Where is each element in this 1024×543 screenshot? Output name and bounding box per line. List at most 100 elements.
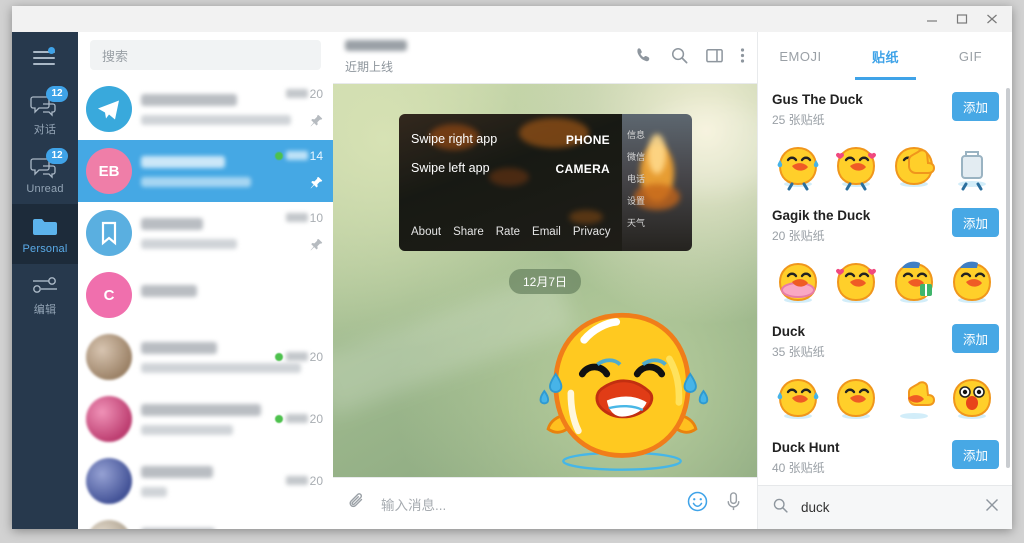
- chat-item-text: [141, 528, 279, 530]
- gus-backpack-duck-icon[interactable]: [946, 140, 998, 192]
- timestamp-value: 14: [310, 149, 323, 163]
- call-icon[interactable]: [635, 46, 654, 70]
- timestamp-redacted: [286, 476, 308, 485]
- chat-preview-redacted: [141, 239, 237, 249]
- microphone-icon[interactable]: [724, 491, 743, 517]
- conversation-header-icons: [635, 46, 745, 70]
- chat-item-text: [141, 156, 279, 187]
- gus-rose-duck-icon[interactable]: [830, 140, 882, 192]
- gagik-hat-duck-icon[interactable]: [946, 256, 998, 308]
- timestamp-value: 20: [310, 412, 323, 426]
- paperclip-icon[interactable]: [347, 491, 367, 516]
- chat-list-item[interactable]: 20: [78, 78, 333, 140]
- date-separator: 12月7日: [509, 269, 581, 294]
- timestamp-value: 20: [310, 474, 323, 488]
- chat-list-item[interactable]: C: [78, 264, 333, 326]
- search-input[interactable]: 搜索: [90, 40, 321, 70]
- emoji-smile-icon[interactable]: [687, 491, 708, 517]
- telegram-desktop-screenshot: 12 对话 12 Unread Personal: [0, 0, 1024, 543]
- avatar: EB: [86, 148, 132, 194]
- chat-preview-redacted: [141, 177, 251, 187]
- split-panel-icon[interactable]: [705, 46, 724, 70]
- chat-name-redacted: [141, 218, 203, 230]
- tab-gif[interactable]: GIF: [928, 32, 1012, 80]
- gus-crying-duck-icon[interactable]: [772, 140, 824, 192]
- add-sticker-set-button[interactable]: 添加: [952, 440, 999, 469]
- search-icon[interactable]: [670, 46, 689, 70]
- laughing-duck-sticker[interactable]: [527, 302, 717, 482]
- chat-item-text: [141, 342, 279, 373]
- duck-giggle-icon[interactable]: [830, 372, 882, 424]
- chat-name-redacted: [141, 94, 237, 106]
- sidebar-item-personal[interactable]: Personal: [12, 204, 78, 264]
- main-menu-button[interactable]: [12, 32, 78, 84]
- sticker-list-scrollbar[interactable]: [1006, 88, 1010, 468]
- chat-item-meta: 20: [279, 410, 323, 428]
- chat-name-redacted: [141, 342, 217, 354]
- chat-preview-redacted: [141, 487, 167, 497]
- photo-overlay-label: 设置: [627, 194, 645, 207]
- chat-timestamp: 20: [286, 85, 323, 103]
- chat-list-column: 搜索 20 EB 14 10C 20 20 20 20: [78, 32, 333, 529]
- gus-thumbsup-duck-icon[interactable]: [888, 140, 940, 192]
- sticker-set: Gus The Duck25 张贴纸添加: [758, 80, 1012, 196]
- message-input[interactable]: 输入消息...: [381, 494, 687, 514]
- chat-list[interactable]: 20 EB 14 10C 20 20 20 20: [78, 78, 333, 529]
- chat-list-item[interactable]: 20: [78, 512, 333, 529]
- sidebar-item-unread[interactable]: 12 Unread: [12, 144, 78, 204]
- photo-link: Share: [453, 226, 484, 238]
- timestamp-redacted: [286, 89, 308, 98]
- avatar: [86, 396, 132, 442]
- chat-item-text: [141, 285, 279, 306]
- avatar: [86, 334, 132, 380]
- sticker-set-list[interactable]: Gus The Duck25 张贴纸添加Gagik the Duck20 张贴纸…: [758, 80, 1012, 485]
- close-icon[interactable]: [978, 7, 1006, 31]
- gagik-float-duck-icon[interactable]: [772, 256, 824, 308]
- chat-item-text: [141, 404, 279, 435]
- chat-timestamp: 20: [286, 472, 323, 490]
- duck-shock-icon[interactable]: [946, 372, 998, 424]
- tab-贴纸[interactable]: 贴纸: [843, 32, 928, 80]
- chat-list-item[interactable]: 20: [78, 326, 333, 388]
- chat-item-meta: 20: [279, 85, 323, 133]
- photo-message[interactable]: Swipe right app PHONE Swipe left app CAM…: [399, 114, 692, 251]
- sidebar-item-label: Unread: [26, 183, 63, 195]
- clear-icon[interactable]: [985, 498, 999, 517]
- chat-timestamp: 14: [275, 147, 323, 165]
- gagik-gift-duck-icon[interactable]: [888, 256, 940, 308]
- minimize-icon[interactable]: [918, 7, 946, 31]
- sticker-preview-row: [772, 370, 999, 426]
- sidebar-item-edit[interactable]: 编辑: [12, 264, 78, 324]
- avatar: [86, 520, 132, 529]
- folders-rail: 12 对话 12 Unread Personal: [12, 32, 78, 529]
- chat-name-redacted: [141, 285, 197, 297]
- photo-row-1-right: CAMERA: [556, 162, 610, 176]
- add-sticker-set-button[interactable]: 添加: [952, 208, 999, 237]
- unread-chats-icon: 12: [30, 154, 60, 180]
- chat-list-item[interactable]: EB 14: [78, 140, 333, 202]
- conversation-panel: 近期上线: [333, 32, 757, 529]
- tab-emoji[interactable]: EMOJI: [758, 32, 843, 80]
- photo-bonfire-screenshot: 信息微信电话设置天气: [622, 114, 692, 251]
- chat-name-redacted: [141, 528, 215, 530]
- chat-name-redacted: [141, 404, 261, 416]
- sticker-search-input[interactable]: duck: [801, 500, 985, 515]
- maximize-icon[interactable]: [948, 7, 976, 31]
- chat-list-item[interactable]: 20: [78, 388, 333, 450]
- gagik-love-duck-icon[interactable]: [830, 256, 882, 308]
- more-options-icon[interactable]: [740, 46, 745, 70]
- duck-thumbsup-icon[interactable]: [888, 372, 940, 424]
- duck-laugh-icon[interactable]: [772, 372, 824, 424]
- chat-timestamp: 20: [275, 410, 323, 428]
- add-sticker-set-button[interactable]: 添加: [952, 92, 999, 121]
- chats-icon: 12: [30, 92, 60, 118]
- sidebar-item-all-chats[interactable]: 12 对话: [12, 84, 78, 144]
- saved-messages-icon: [86, 210, 132, 256]
- timestamp-value: 20: [310, 350, 323, 364]
- add-sticker-set-button[interactable]: 添加: [952, 324, 999, 353]
- chat-name-redacted: [141, 466, 213, 478]
- sent-check-icon: [275, 152, 283, 160]
- chat-list-item[interactable]: 10: [78, 202, 333, 264]
- photo-link: Privacy: [573, 226, 611, 238]
- chat-list-item[interactable]: 20: [78, 450, 333, 512]
